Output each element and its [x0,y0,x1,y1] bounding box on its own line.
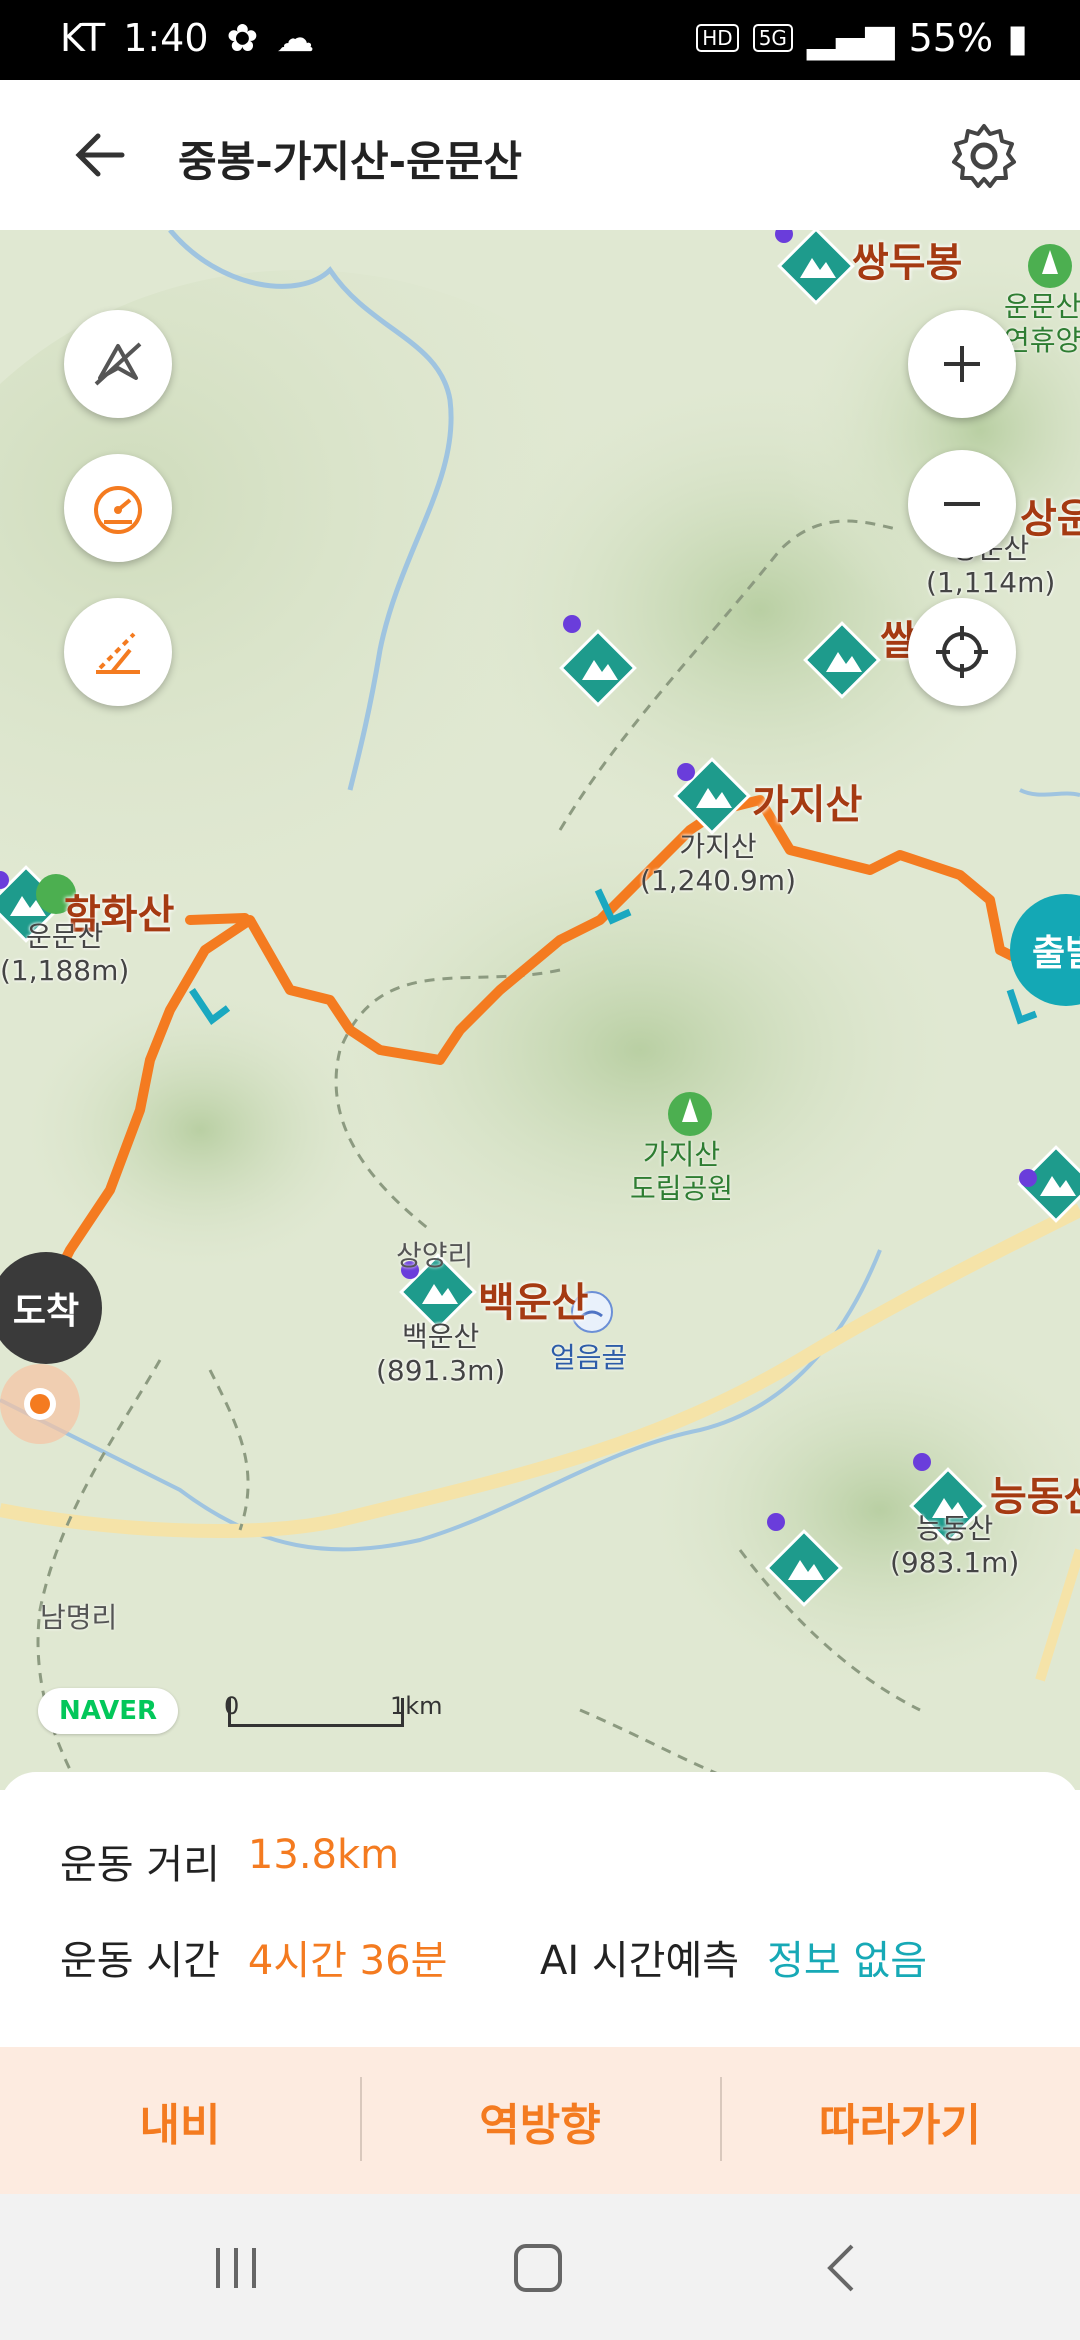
system-nav-bar [0,2194,1080,2340]
navi-button[interactable]: 내비 [0,2047,360,2194]
rotation-lock-button[interactable] [64,310,172,418]
clock: 1:40 [123,16,209,60]
peak-sub-label: 능동산 (983.1m) [890,1512,1020,1579]
scale-bar [228,1698,404,1727]
app-bar: 중봉-가지산-운문산 [0,80,1080,230]
signal-icon: ▂▄▆ [806,16,895,60]
battery-icon: ▮ [1007,16,1028,60]
recent-apps-icon[interactable] [206,2238,266,2298]
place-label: 남명리 [40,1601,118,1634]
gear-icon[interactable] [944,116,1024,196]
reverse-button[interactable]: 역방향 [360,2047,720,2194]
distance-value: 13.8km [247,1832,400,1878]
time-label: 운동 시간 [60,1938,220,1984]
plus-icon [944,346,980,382]
time-value: 4시간 36분 [247,1938,448,1984]
zoom-out-button[interactable] [908,450,1016,558]
crosshair-icon [936,626,988,678]
peak-sub-label: 가지산 (1,240.9m) [640,830,796,897]
slope-icon [96,632,140,674]
minus-icon [944,502,980,506]
action-bar: 내비 역방향 따라가기 [0,2047,1080,2194]
current-location-icon [0,1364,80,1444]
back-arrow-icon[interactable] [66,120,136,190]
ai-time-value: 정보 없음 [767,1938,927,1984]
peak-label: 쌍두봉 [852,240,963,286]
peak-sub-label: 백운산 (891.3m) [376,1320,506,1387]
follow-button[interactable]: 따라가기 [720,2047,1080,2194]
home-icon[interactable] [508,2238,568,2298]
park-label: 가지산 도립공원 [630,1138,734,1205]
network-badge: 5G [752,24,793,52]
scale-label: 1km [390,1692,443,1720]
place-label: 얼음골 [550,1341,628,1374]
slope-button[interactable] [64,598,172,706]
my-location-button[interactable] [908,598,1016,706]
stats-panel: 운동 거리 13.8km 운동 시간 4시간 36분 AI 시간예측 정보 없음 [0,1772,1080,2047]
battery-percent: 55% [908,16,994,60]
park-label: 운문산 연휴양 [1004,290,1080,357]
ai-time-label: AI 시간예측 [540,1938,740,1984]
map-view[interactable]: 쌍두봉 가지산 가지산 (1,240.9m) 함화산 운문산 (1,188m) 백운… [0,230,1080,1790]
zoom-in-button[interactable] [908,310,1016,418]
peak-label: 가지산 [752,782,863,828]
place-label: 상양리 [396,1239,474,1272]
carrier: KT [60,16,106,60]
cloud-icon: ☁ [276,16,315,60]
speed-button[interactable] [64,454,172,562]
back-icon[interactable] [812,2238,872,2298]
speedometer-icon [94,486,142,534]
peak-sub-label: 운문산 (1,188m) [0,920,130,987]
status-bar: KT 1:40 ✿ ☁ HD 5G ▂▄▆ 55% ▮ [0,0,1080,80]
page-title: 중봉-가지산-운문산 [178,137,522,186]
hd-badge: HD [696,24,739,52]
activity-icon: ✿ [226,16,259,60]
distance-label: 운동 거리 [60,1842,220,1888]
naver-logo: NAVER [38,1688,178,1734]
compass-off-icon [94,342,142,386]
